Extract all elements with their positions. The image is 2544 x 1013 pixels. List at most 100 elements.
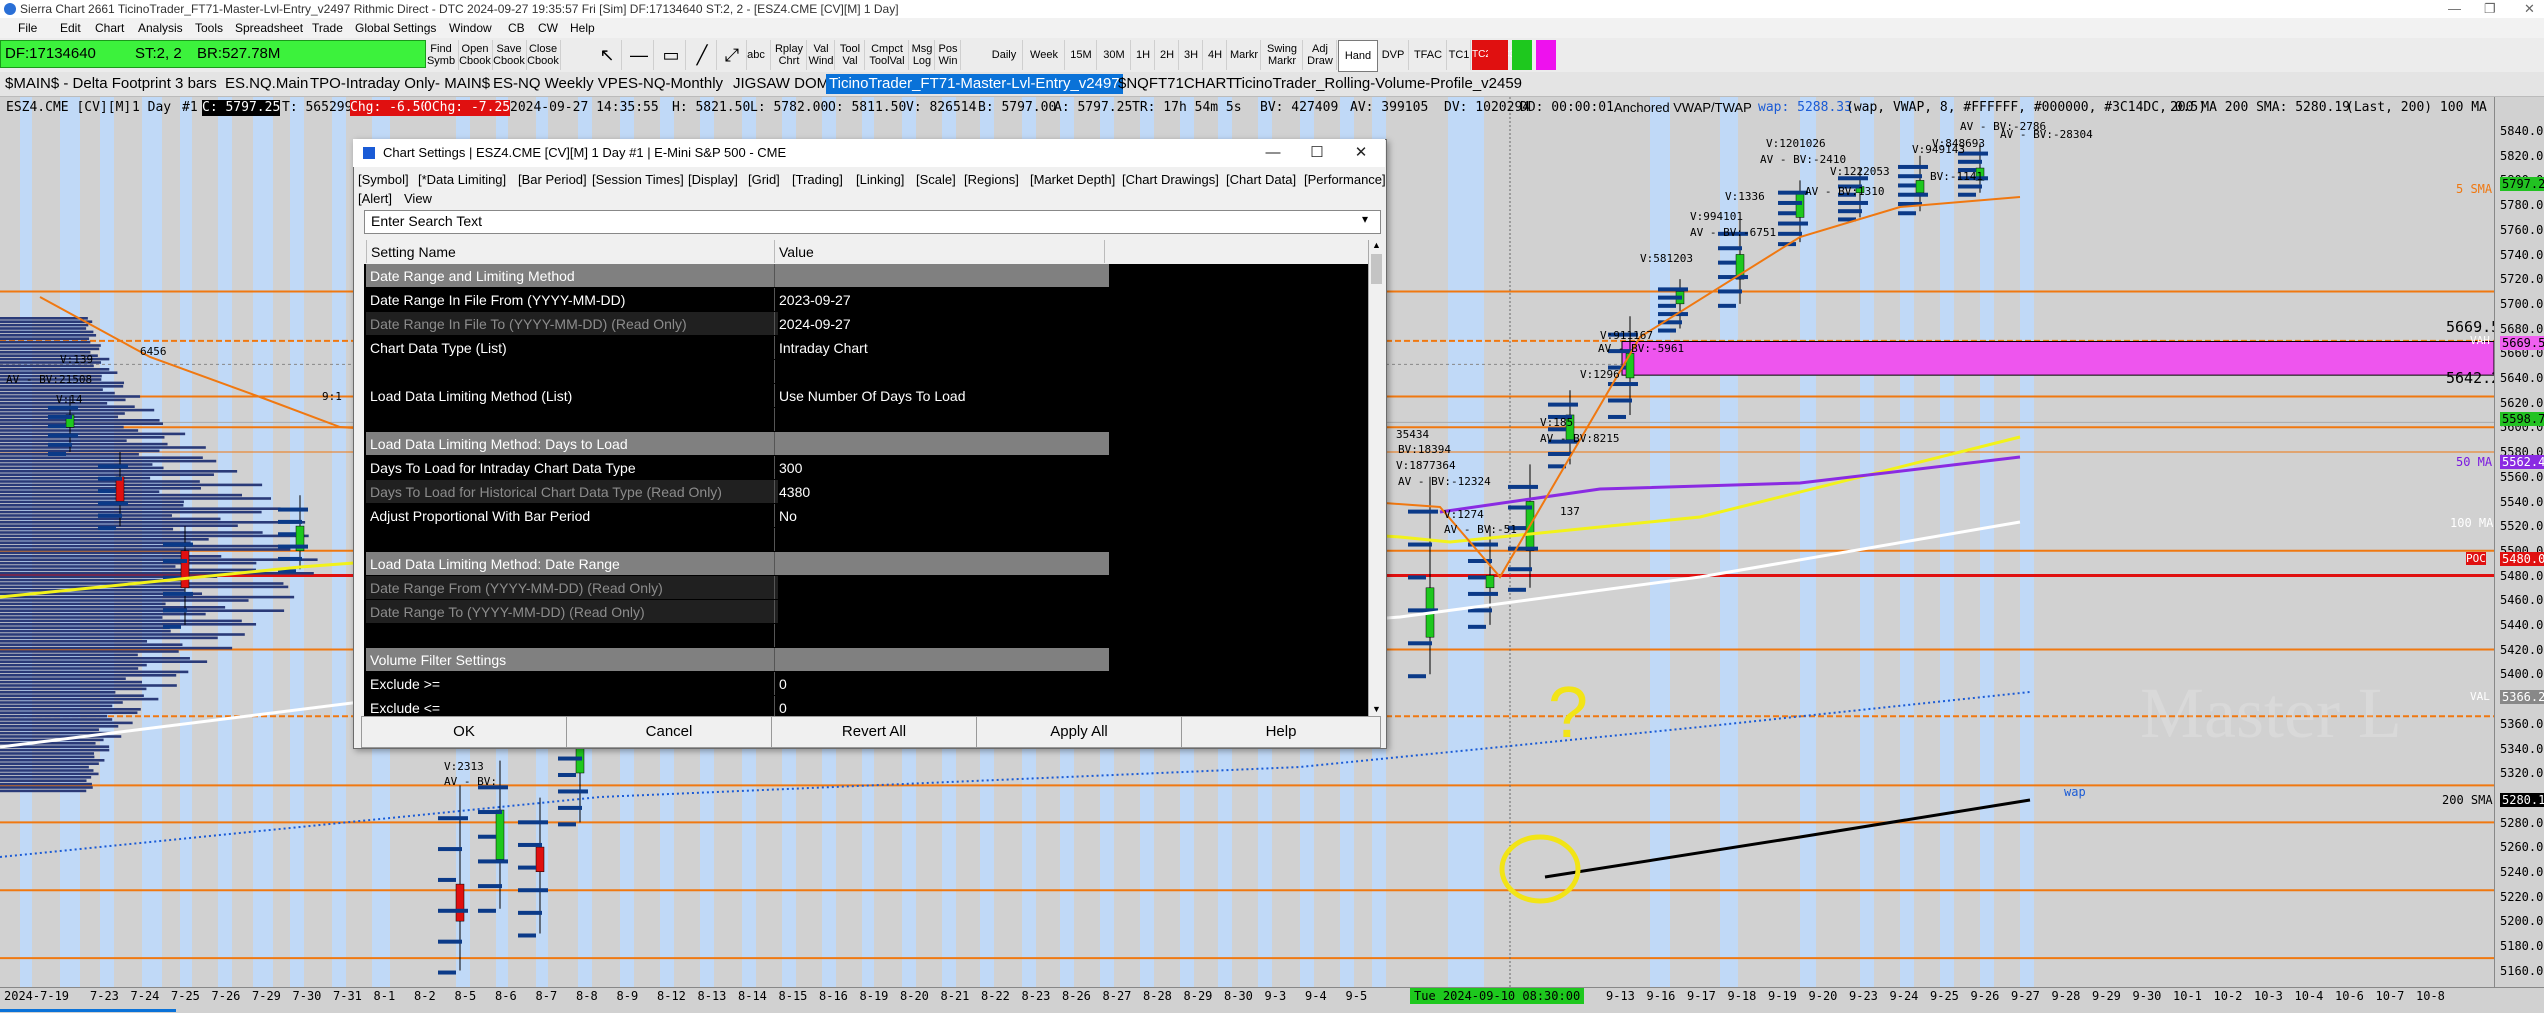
minimize-icon[interactable]: —: [2448, 0, 2461, 18]
toolbar-button-markr[interactable]: Markr: [1228, 40, 1261, 70]
tab-rolling-volume-profile[interactable]: TicinoTrader_Rolling-Volume-Profile_v245…: [1230, 74, 1525, 94]
toolbar-button-find-symb[interactable]: Find Symb: [424, 40, 459, 70]
trade-color-magenta[interactable]: [1536, 40, 1556, 70]
toolbar-button-pos-win[interactable]: Pos Win: [936, 40, 961, 70]
dialog-tab-display[interactable]: [Display]: [688, 170, 738, 189]
tab-tpo-intraday[interactable]: TPO-Intraday Only- MAIN$: [307, 74, 493, 94]
settings-row[interactable]: Date Range In File To (YYYY-MM-DD) (Read…: [364, 312, 1368, 336]
dialog-tab-view[interactable]: View: [404, 189, 432, 208]
dialog-close-icon[interactable]: ✕: [1339, 139, 1383, 167]
dialog-tab-chart-data[interactable]: [Chart Data]: [1226, 170, 1296, 189]
setting-value[interactable]: 2023-09-27: [774, 288, 1109, 311]
apply-all-button[interactable]: Apply All: [976, 716, 1182, 748]
settings-scrollbar[interactable]: ▲ ▼: [1368, 240, 1385, 718]
settings-row[interactable]: Load Data Limiting Method (List) Use Numb…: [364, 384, 1368, 408]
dialog-tab-regions[interactable]: [Regions]: [964, 170, 1019, 189]
toolbar-button-val-wind[interactable]: Val Wind: [808, 40, 835, 70]
settings-row[interactable]: Adjust Proportional With Bar Period No: [364, 504, 1368, 528]
settings-row[interactable]: Days To Load for Intraday Chart Data Typ…: [364, 456, 1368, 480]
dialog-tab-alert[interactable]: [Alert]: [358, 189, 392, 208]
toolbar-button-cmpct-toolval[interactable]: Cmpct ToolVal: [866, 40, 909, 70]
scroll-up-icon[interactable]: ▲: [1372, 240, 1381, 250]
dialog-tab-performance[interactable]: [Performance]: [1304, 170, 1386, 189]
dialog-tab-grid[interactable]: [Grid]: [748, 170, 780, 189]
help-button[interactable]: Help: [1181, 716, 1381, 748]
dialog-tab-session-times[interactable]: [Session Times]: [592, 170, 684, 189]
toolbar-button-open-cbook[interactable]: Open Cbook: [458, 40, 493, 70]
tab-nqft71-chart[interactable]: $NQFT71CHART: [1115, 74, 1238, 94]
menu-cw[interactable]: CW: [538, 18, 558, 38]
trade-color-red[interactable]: [1488, 40, 1508, 70]
settings-row[interactable]: Date Range To (YYYY-MM-DD) (Read Only): [364, 600, 1368, 624]
ok-button[interactable]: OK: [361, 716, 567, 748]
dialog-tab-market-depth[interactable]: [Market Depth]: [1030, 170, 1115, 189]
menu-analysis[interactable]: Analysis: [138, 18, 183, 38]
settings-search-input[interactable]: Enter Search Text ▾: [364, 210, 1381, 234]
setting-value[interactable]: Intraday Chart: [774, 336, 1109, 359]
setting-value[interactable]: Use Number Of Days To Load: [774, 384, 1109, 407]
trade-color-green[interactable]: [1512, 40, 1532, 70]
toolbar-button-15m[interactable]: 15M: [1066, 40, 1097, 70]
menu-trade[interactable]: Trade: [312, 18, 343, 38]
setting-value[interactable]: No: [774, 504, 1109, 527]
maximize-icon[interactable]: ❐: [2484, 0, 2496, 18]
dialog-tab-trading[interactable]: [Trading]: [792, 170, 843, 189]
tab-es-nq-monthly[interactable]: ES-NQ-Monthly: [615, 74, 726, 94]
settings-row[interactable]: Exclude >= 0: [364, 672, 1368, 696]
menu-edit[interactable]: Edit: [60, 18, 81, 38]
tab-es-nq-main[interactable]: ES.NQ.Main: [222, 74, 311, 94]
settings-row[interactable]: Date Range In File From (YYYY-MM-DD) 2023…: [364, 288, 1368, 312]
setting-value[interactable]: 300: [774, 456, 1109, 479]
toolbar-button-swing-markr[interactable]: Swing Markr: [1262, 40, 1303, 70]
tab-ft71-master[interactable]: TicinoTrader_FT71-Master-Lvl-Entry_v2497: [826, 74, 1123, 94]
setting-value[interactable]: 0: [774, 696, 1109, 718]
menu-chart[interactable]: Chart: [95, 18, 124, 38]
setting-value[interactable]: 0: [774, 672, 1109, 695]
tc2-button[interactable]: TC2: [1472, 40, 1491, 70]
menu-window[interactable]: Window: [449, 18, 492, 38]
dialog-tab-chart-drawings[interactable]: [Chart Drawings]: [1122, 170, 1219, 189]
toolbar-button-daily[interactable]: Daily: [986, 40, 1023, 70]
toolbar-button-rplay-chrt[interactable]: Rplay Chrt: [772, 40, 807, 70]
cancel-button[interactable]: Cancel: [566, 716, 772, 748]
revert-all-button[interactable]: Revert All: [771, 716, 977, 748]
toolbar-button-2h[interactable]: 2H: [1156, 40, 1179, 70]
chevron-down-icon[interactable]: ▾: [1362, 212, 1368, 226]
menu-tools[interactable]: Tools: [195, 18, 223, 38]
toolbar-button-week[interactable]: Week: [1024, 40, 1065, 70]
settings-row[interactable]: Exclude <= 0: [364, 696, 1368, 718]
toolbar-button-close-cbook[interactable]: Close Cbook: [526, 40, 561, 70]
tab-es-nq-weekly-vp[interactable]: ES-NQ Weekly VP: [490, 74, 621, 94]
settings-row[interactable]: Days To Load for Historical Chart Data T…: [364, 480, 1368, 504]
ray-icon[interactable]: ╱: [688, 40, 717, 70]
dialog-maximize-icon[interactable]: ☐: [1295, 139, 1339, 167]
tab-main-delta-footprint[interactable]: $MAIN$ - Delta Footprint 3 bars: [2, 74, 220, 94]
extend-line-icon[interactable]: ⤢: [718, 40, 747, 70]
toolbar-button-tfac[interactable]: TFAC: [1410, 40, 1447, 70]
dialog-tab-symbol[interactable]: [Symbol]: [358, 170, 409, 189]
dialog-minimize-icon[interactable]: —: [1251, 139, 1295, 167]
dialog-tab-data-limiting[interactable]: [*Data Limiting]: [418, 170, 506, 189]
menu-spreadsheet[interactable]: Spreadsheet: [235, 18, 303, 38]
dialog-tab-bar-period[interactable]: [Bar Period]: [518, 170, 587, 189]
scrollbar-thumb[interactable]: [1371, 254, 1382, 284]
close-icon[interactable]: ✕: [2524, 0, 2535, 18]
dialog-tab-linking[interactable]: [Linking]: [856, 170, 904, 189]
settings-row[interactable]: Chart Data Type (List) Intraday Chart: [364, 336, 1368, 360]
dialog-tab-scale[interactable]: [Scale]: [916, 170, 956, 189]
toolbar-button-dvp[interactable]: DVP: [1378, 40, 1409, 70]
menu-file[interactable]: File: [18, 18, 37, 38]
tab-jigsaw-dom[interactable]: JIGSAW DOM: [730, 74, 832, 94]
toolbar-button-4h[interactable]: 4H: [1204, 40, 1227, 70]
line-icon[interactable]: —: [625, 40, 654, 70]
toolbar-button-adj-draw[interactable]: Adj Draw: [1304, 40, 1337, 70]
toolbar-button-tool-val[interactable]: Tool Val: [836, 40, 865, 70]
toolbar-button-30m[interactable]: 30M: [1098, 40, 1131, 70]
menu-help[interactable]: Help: [570, 18, 595, 38]
toolbar-button-tc1[interactable]: TC1: [1448, 40, 1471, 70]
menu-global-settings[interactable]: Global Settings: [355, 18, 436, 38]
scroll-down-icon[interactable]: ▼: [1372, 704, 1381, 714]
toolbar-button-3h[interactable]: 3H: [1180, 40, 1203, 70]
toolbar-button-1h[interactable]: 1H: [1132, 40, 1155, 70]
toolbar-button-save-cbook[interactable]: Save Cbook: [492, 40, 527, 70]
